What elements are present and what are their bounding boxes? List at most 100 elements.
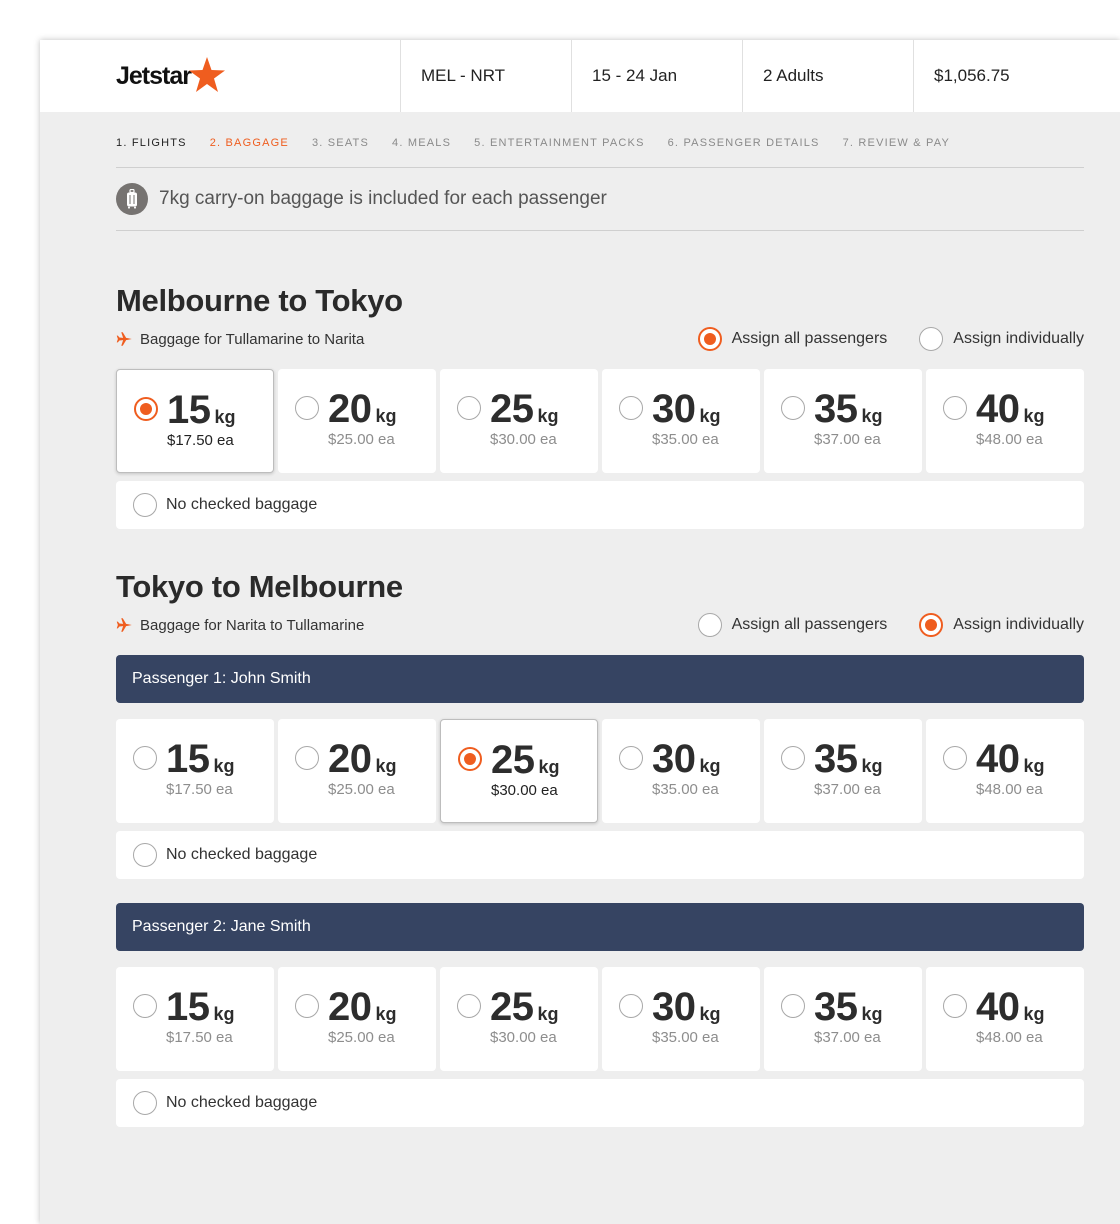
step-meals[interactable]: 4. MEALS [392, 137, 451, 149]
assign-individually-radio[interactable] [919, 613, 944, 637]
assign-individually-option[interactable]: Assign individually [919, 327, 1084, 351]
no-checked-baggage-option[interactable]: No checked baggage [116, 831, 1084, 879]
baggage-option-40kg[interactable]: 40 kg $48.00 ea [926, 967, 1084, 1071]
no-bag-radio[interactable] [133, 493, 157, 517]
step-entertainment[interactable]: 5. ENTERTAINMENT PACKS [474, 137, 644, 149]
option-radio[interactable] [133, 994, 157, 1018]
baggage-option-40kg[interactable]: 40 kg $48.00 ea [926, 369, 1084, 473]
carry-on-text: 7kg carry-on baggage is included for eac… [159, 188, 607, 209]
option-unit: kg [537, 1004, 559, 1024]
option-radio[interactable] [943, 746, 967, 770]
baggage-options: 15 kg $17.50 ea 20 kg $25.00 ea 25 kg $30.0… [116, 719, 1084, 823]
header-route[interactable]: MEL - NRT [400, 40, 571, 112]
option-radio[interactable] [781, 994, 805, 1018]
route-row: Baggage for Tullamarine to Narita Assign… [116, 327, 1084, 351]
option-radio[interactable] [457, 994, 481, 1018]
option-price: $30.00 ea [490, 431, 557, 448]
option-radio[interactable] [295, 994, 319, 1018]
step-seats[interactable]: 3. SEATS [312, 137, 369, 149]
assign-all-label: Assign all passengers [731, 330, 888, 347]
baggage-options: 15 kg $17.50 ea 20 kg $25.00 ea 25 kg $30.0… [116, 967, 1084, 1071]
option-price: $48.00 ea [976, 431, 1043, 448]
return-section: Tokyo to Melbourne Baggage for Narita to… [116, 569, 1084, 1127]
option-price: $35.00 ea [652, 1029, 719, 1046]
option-price: $37.00 ea [814, 781, 881, 798]
jetstar-logo[interactable]: Jetstar [40, 40, 400, 112]
option-unit: kg [214, 407, 236, 427]
option-weight: 20 [328, 387, 372, 431]
option-weight: 20 [328, 737, 372, 781]
assign-individually-option[interactable]: Assign individually [919, 613, 1084, 637]
assign-individually-radio[interactable] [919, 327, 944, 351]
step-review-pay[interactable]: 7. REVIEW & PAY [843, 137, 950, 149]
luggage-icon [116, 183, 148, 215]
option-radio[interactable] [134, 397, 158, 421]
logo-text: Jetstar [116, 61, 192, 90]
option-unit: kg [375, 756, 397, 776]
option-radio[interactable] [457, 396, 481, 420]
assign-all-option[interactable]: Assign all passengers [697, 327, 888, 351]
option-price: $25.00 ea [328, 781, 395, 798]
baggage-option-20kg[interactable]: 20 kg $25.00 ea [278, 369, 436, 473]
baggage-option-30kg[interactable]: 30 kg $35.00 ea [602, 967, 760, 1071]
assign-all-radio[interactable] [697, 327, 722, 351]
option-price: $35.00 ea [652, 781, 719, 798]
baggage-option-15kg[interactable]: 15 kg $17.50 ea [116, 967, 274, 1071]
no-bag-radio[interactable] [133, 1091, 157, 1115]
option-radio[interactable] [781, 746, 805, 770]
header-passengers[interactable]: 2 Adults [742, 40, 913, 112]
baggage-option-25kg[interactable]: 25 kg $30.00 ea [440, 369, 598, 473]
step-baggage[interactable]: 2. BAGGAGE [210, 137, 289, 149]
option-unit: kg [861, 406, 883, 426]
section-title: Melbourne to Tokyo [116, 283, 403, 318]
option-radio[interactable] [133, 746, 157, 770]
no-checked-baggage-option[interactable]: No checked baggage [116, 481, 1084, 529]
header-dates[interactable]: 15 - 24 Jan [571, 40, 742, 112]
option-radio[interactable] [619, 994, 643, 1018]
assign-all-option[interactable]: Assign all passengers [697, 613, 887, 637]
baggage-option-20kg[interactable]: 20 kg $25.00 ea [278, 719, 436, 823]
baggage-option-15kg[interactable]: 15 kg $17.50 ea [116, 719, 274, 823]
baggage-option-25kg[interactable]: 25 kg $30.00 ea [440, 967, 598, 1071]
baggage-option-20kg[interactable]: 20 kg $25.00 ea [278, 967, 436, 1071]
no-bag-radio[interactable] [133, 843, 157, 867]
option-radio[interactable] [781, 396, 805, 420]
option-radio[interactable] [619, 396, 643, 420]
baggage-option-40kg[interactable]: 40 kg $48.00 ea [926, 719, 1084, 823]
option-radio[interactable] [458, 747, 482, 771]
option-radio[interactable] [295, 396, 319, 420]
route-row: Baggage for Narita to Tullamarine Assign… [116, 613, 1084, 637]
baggage-option-35kg[interactable]: 35 kg $37.00 ea [764, 369, 922, 473]
header-total[interactable]: $1,056.75 [913, 40, 1091, 112]
step-flights[interactable]: 1. FLIGHTS [116, 137, 187, 149]
step-passenger-details[interactable]: 6. PASSENGER DETAILS [668, 137, 820, 149]
baggage-option-15kg[interactable]: 15 kg $17.50 ea [116, 369, 274, 473]
baggage-option-25kg[interactable]: 25 kg $30.00 ea [440, 719, 598, 823]
no-checked-baggage-option[interactable]: No checked baggage [116, 1079, 1084, 1127]
option-unit: kg [861, 756, 883, 776]
no-bag-label: No checked baggage [166, 1094, 318, 1111]
option-weight: 20 [328, 985, 372, 1029]
baggage-option-30kg[interactable]: 30 kg $35.00 ea [602, 719, 760, 823]
option-radio[interactable] [943, 994, 967, 1018]
option-price: $48.00 ea [976, 1029, 1043, 1046]
option-unit: kg [537, 406, 559, 426]
carry-on-info: 7kg carry-on baggage is included for eac… [116, 168, 1084, 231]
option-radio[interactable] [943, 396, 967, 420]
assign-all-radio[interactable] [697, 613, 722, 637]
baggage-option-35kg[interactable]: 35 kg $37.00 ea [764, 719, 922, 823]
option-radio[interactable] [619, 746, 643, 770]
passenger-header: Passenger 2: Jane Smith [116, 903, 1084, 951]
baggage-option-35kg[interactable]: 35 kg $37.00 ea [764, 967, 922, 1071]
baggage-option-30kg[interactable]: 30 kg $35.00 ea [602, 369, 760, 473]
no-bag-label: No checked baggage [166, 846, 318, 863]
option-weight: 40 [976, 387, 1020, 431]
route-subtitle: Baggage for Tullamarine to Narita [140, 330, 365, 348]
option-price: $30.00 ea [490, 1029, 557, 1046]
booking-app: Jetstar MEL - NRT 15 - 24 Jan 2 Adults $… [40, 40, 1120, 1224]
option-price: $35.00 ea [652, 431, 719, 448]
option-weight: 35 [814, 985, 858, 1029]
option-radio[interactable] [295, 746, 319, 770]
option-weight: 25 [490, 985, 534, 1029]
option-unit: kg [699, 1004, 721, 1024]
